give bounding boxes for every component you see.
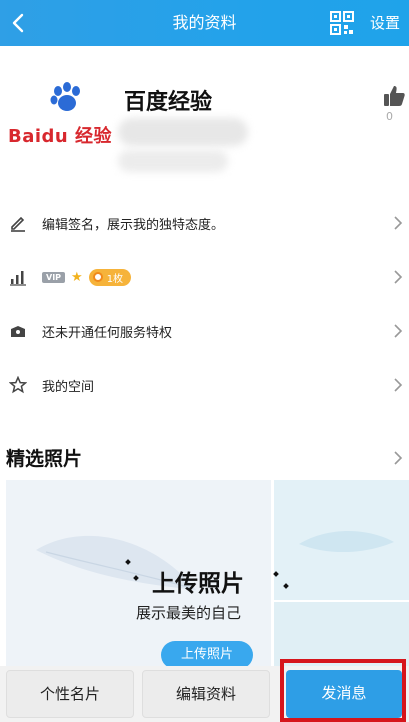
level-chart-icon bbox=[8, 267, 28, 287]
featured-photos: 上传照片 展示最美的自己 上传照片 bbox=[6, 480, 409, 670]
coin-icon bbox=[92, 272, 103, 282]
star-icon: ★ bbox=[71, 269, 83, 285]
coin-badge: 1枚 bbox=[88, 268, 132, 286]
signature-text: 编辑签名，展示我的独特态度。 bbox=[42, 217, 225, 233]
business-card-button[interactable]: 个性名片 bbox=[6, 670, 134, 718]
upload-photo-button[interactable]: 上传照片 bbox=[161, 641, 253, 669]
privilege-row[interactable]: 还未开通任何服务特权 bbox=[0, 304, 409, 358]
chevron-right-icon bbox=[394, 324, 403, 338]
upload-title: 上传照片 bbox=[152, 571, 244, 597]
vip-badge: VIP bbox=[42, 271, 66, 283]
like-button[interactable] bbox=[380, 84, 408, 124]
like-count: 0 bbox=[386, 110, 393, 123]
profile-page: 我的资料 设置 Baidu 经验 百度经验 0 编辑签名，展示我的独特态度。 V… bbox=[0, 0, 409, 722]
top-bar: 我的资料 设置 bbox=[0, 0, 409, 46]
blurred-info bbox=[118, 118, 248, 146]
privilege-text: 还未开通任何服务特权 bbox=[42, 325, 173, 341]
bottom-action-bar: 个性名片 编辑资料 发消息 bbox=[0, 666, 409, 722]
chevron-right-icon bbox=[394, 378, 403, 392]
pencil-icon bbox=[8, 213, 28, 233]
thumbs-up-icon bbox=[384, 86, 405, 106]
send-message-button[interactable]: 发消息 bbox=[286, 670, 402, 718]
section-title: 精选照片 bbox=[6, 448, 83, 470]
blurred-info-secondary bbox=[118, 150, 228, 172]
qr-code-icon[interactable] bbox=[330, 11, 354, 35]
profile-menu-list: 编辑签名，展示我的独特态度。 VIP ★ 1枚 还未开通任何服务特权 我的空间 bbox=[0, 196, 409, 412]
chevron-right-icon bbox=[394, 270, 403, 284]
star-outline-icon bbox=[8, 375, 28, 395]
chevron-right-icon bbox=[394, 216, 403, 230]
photo-placeholder-side-bottom[interactable] bbox=[274, 602, 409, 670]
privilege-bag-icon bbox=[8, 321, 28, 341]
my-space-text: 我的空间 bbox=[42, 379, 95, 395]
avatar-brand-text: Baidu 经验 bbox=[8, 126, 113, 147]
profile-header: Baidu 经验 百度经验 0 bbox=[0, 46, 409, 196]
level-row[interactable]: VIP ★ 1枚 bbox=[0, 250, 409, 304]
baidu-paw-icon bbox=[50, 82, 80, 111]
edit-signature-row[interactable]: 编辑签名，展示我的独特态度。 bbox=[0, 196, 409, 250]
featured-photos-header[interactable]: 精选照片 bbox=[0, 436, 409, 480]
profile-name: 百度经验 bbox=[124, 90, 213, 115]
photo-placeholder-side-top[interactable] bbox=[274, 480, 409, 600]
upload-subtitle: 展示最美的自己 bbox=[136, 604, 242, 622]
coin-count: 1枚 bbox=[106, 273, 124, 285]
leaf-icon bbox=[299, 531, 394, 553]
settings-button[interactable]: 设置 bbox=[370, 0, 400, 46]
chevron-right-icon bbox=[394, 451, 403, 465]
edit-profile-button[interactable]: 编辑资料 bbox=[142, 670, 270, 718]
my-space-row[interactable]: 我的空间 bbox=[0, 358, 409, 412]
